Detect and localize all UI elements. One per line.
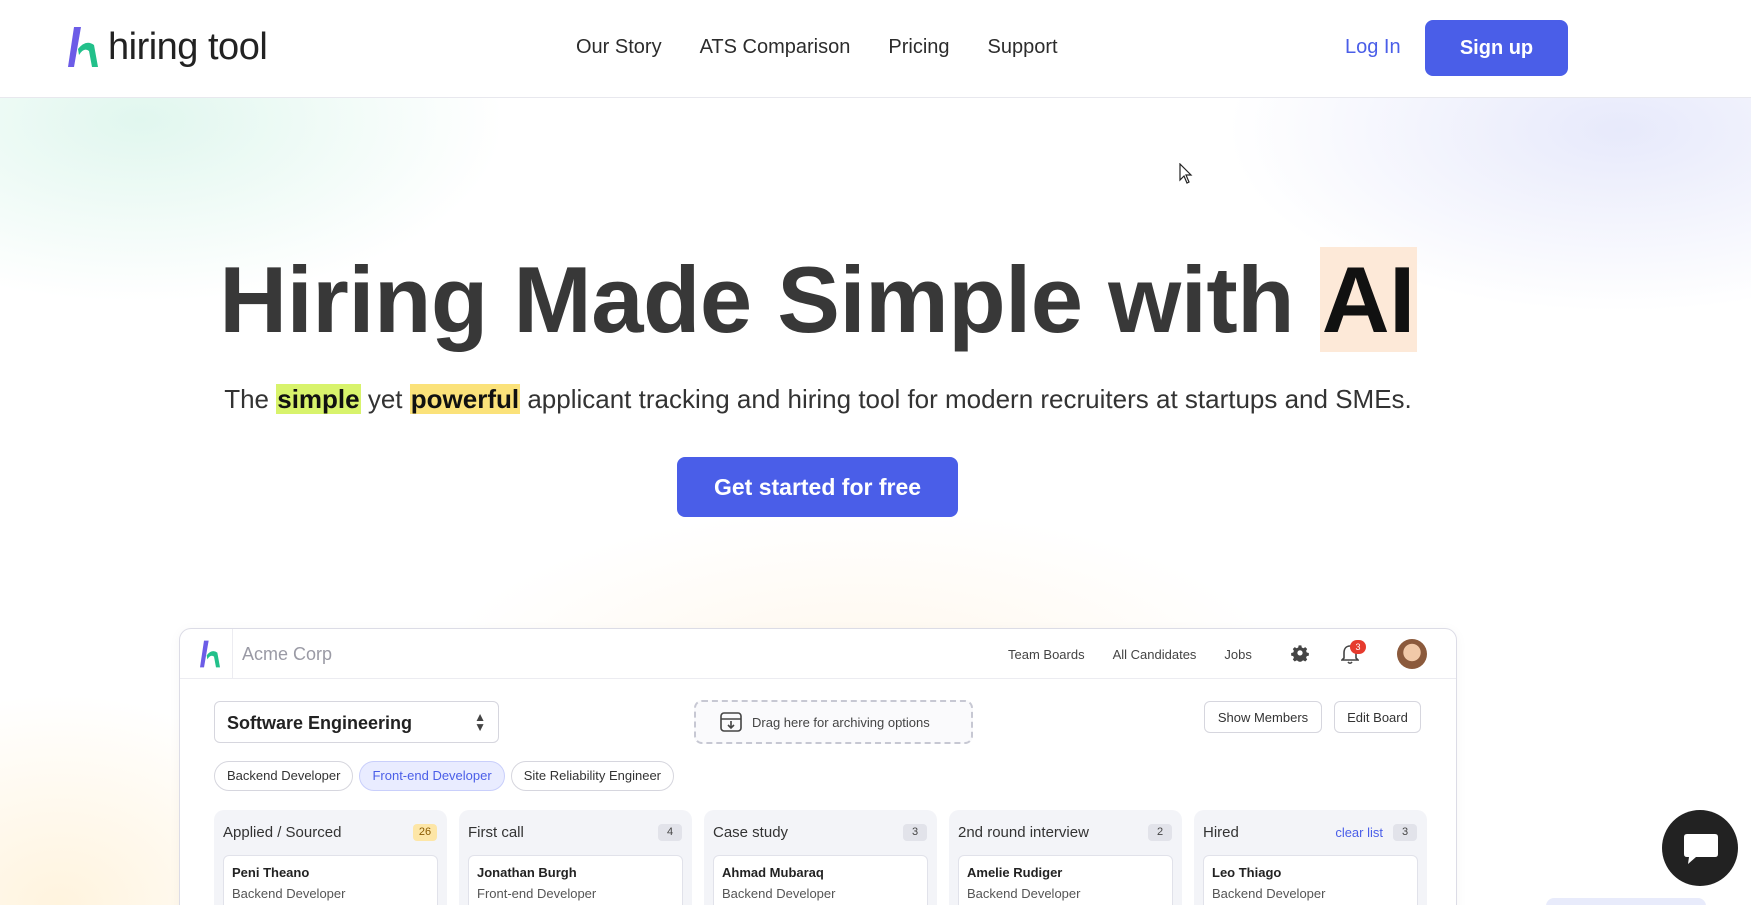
edit-board-button[interactable]: Edit Board xyxy=(1334,701,1421,733)
column-applied: Applied / Sourced 26 Peni Theano Backend… xyxy=(214,810,447,905)
subtitle-highlight-powerful: powerful xyxy=(409,384,521,414)
app-nav-jobs[interactable]: Jobs xyxy=(1224,647,1251,662)
candidate-name: Ahmad Mubaraq xyxy=(722,865,824,880)
job-tags: Backend Developer Front-end Developer Si… xyxy=(214,761,680,791)
archive-drop-zone[interactable]: Drag here for archiving options xyxy=(694,700,973,744)
chevron-updown-icon: ▲ ▼ xyxy=(474,710,486,734)
app-nav: Team Boards All Candidates Jobs xyxy=(1008,647,1280,662)
column-count: 26 xyxy=(413,824,437,841)
logo[interactable]: hiring tool xyxy=(68,22,268,72)
show-members-button[interactable]: Show Members xyxy=(1204,701,1322,733)
signup-button[interactable]: Sign up xyxy=(1425,20,1568,76)
chat-bubble-icon xyxy=(1684,834,1718,864)
candidate-name: Amelie Rudiger xyxy=(967,865,1063,880)
column-title: First call xyxy=(468,824,524,841)
candidate-name: Peni Theano xyxy=(232,865,310,880)
clear-list-link[interactable]: clear list xyxy=(1335,825,1383,840)
candidate-role: Front-end Developer xyxy=(477,886,597,901)
gear-icon[interactable] xyxy=(1291,645,1309,663)
chat-button[interactable] xyxy=(1662,810,1738,886)
app-divider xyxy=(232,629,233,679)
nav-support[interactable]: Support xyxy=(988,36,1058,59)
hero-title-text: Hiring Made Simple with xyxy=(219,247,1320,352)
candidate-card[interactable]: Peni Theano Backend Developer xyxy=(223,855,438,905)
candidate-name: Leo Thiago xyxy=(1212,865,1282,880)
avatar[interactable] xyxy=(1397,639,1427,669)
candidate-role: Backend Developer xyxy=(722,886,836,901)
login-link[interactable]: Log In xyxy=(1345,36,1401,59)
notification-badge: 3 xyxy=(1350,640,1366,654)
subtitle-post: applicant tracking and hiring tool for m… xyxy=(520,384,1412,414)
column-hired: Hired clear list 3 Leo Thiago Backend De… xyxy=(1194,810,1427,905)
pipeline-columns: Applied / Sourced 26 Peni Theano Backend… xyxy=(214,810,1439,905)
mouse-cursor-icon xyxy=(1179,163,1193,184)
column-count: 4 xyxy=(658,824,682,841)
candidate-role: Backend Developer xyxy=(967,886,1081,901)
tag-site-reliability-engineer[interactable]: Site Reliability Engineer xyxy=(510,761,674,791)
candidate-card[interactable]: Amelie Rudiger Backend Developer xyxy=(958,855,1173,905)
candidate-card[interactable]: Leo Thiago Backend Developer xyxy=(1203,855,1418,905)
column-case-study: Case study 3 Ahmad Mubaraq Backend Devel… xyxy=(704,810,937,905)
subtitle-highlight-simple: simple xyxy=(276,384,361,414)
board-select[interactable]: Software Engineering ▲ ▼ xyxy=(214,701,499,743)
hero-subtitle: The simple yet powerful applicant tracki… xyxy=(0,384,1636,415)
subtitle-mid: yet xyxy=(360,384,410,414)
nav-ats-comparison[interactable]: ATS Comparison xyxy=(700,36,851,59)
app-topbar: Acme Corp Team Boards All Candidates Job… xyxy=(180,629,1456,679)
main-nav: Our Story ATS Comparison Pricing Support xyxy=(576,36,1096,59)
hero-title-highlight: AI xyxy=(1319,247,1417,352)
app-org-name: Acme Corp xyxy=(242,644,333,664)
logo-h-icon xyxy=(68,27,98,67)
archive-icon xyxy=(720,712,742,732)
tag-front-end-developer[interactable]: Front-end Developer xyxy=(359,761,505,791)
column-title: Case study xyxy=(713,824,789,841)
candidate-name: Jonathan Burgh xyxy=(477,865,577,880)
tag-backend-developer[interactable]: Backend Developer xyxy=(214,761,354,791)
candidate-card[interactable]: Ahmad Mubaraq Backend Developer xyxy=(713,855,928,905)
column-count: 3 xyxy=(903,824,927,841)
logo-text: hiring tool xyxy=(108,25,268,68)
site-header: hiring tool Our Story ATS Comparison Pri… xyxy=(0,0,1751,98)
column-title: Applied / Sourced xyxy=(223,824,342,841)
app-nav-team-boards[interactable]: Team Boards xyxy=(1008,647,1085,662)
column-first-call: First call 4 Jonathan Burgh Front-end De… xyxy=(459,810,692,905)
app-logo-icon xyxy=(200,640,220,668)
column-count: 3 xyxy=(1393,824,1417,841)
nav-our-story[interactable]: Our Story xyxy=(576,36,662,59)
app-preview: Acme Corp Team Boards All Candidates Job… xyxy=(179,628,1457,905)
column-count: 2 xyxy=(1148,824,1172,841)
candidate-role: Backend Developer xyxy=(232,886,346,901)
column-2nd-round-interview: 2nd round interview 2 Amelie Rudiger Bac… xyxy=(949,810,1182,905)
candidate-card[interactable]: Jonathan Burgh Front-end Developer xyxy=(468,855,683,905)
nav-pricing[interactable]: Pricing xyxy=(888,36,949,59)
board-select-value: Software Engineering xyxy=(227,713,413,733)
hero-title: Hiring Made Simple with AI xyxy=(0,245,1636,355)
popup-stub xyxy=(1546,898,1706,905)
column-title: 2nd round interview xyxy=(958,824,1089,841)
subtitle-pre: The xyxy=(224,384,277,414)
app-nav-all-candidates[interactable]: All Candidates xyxy=(1113,647,1197,662)
column-title: Hired xyxy=(1203,824,1239,841)
get-started-button[interactable]: Get started for free xyxy=(677,457,958,517)
drag-hint: Drag here for archiving options xyxy=(752,715,930,730)
candidate-role: Backend Developer xyxy=(1212,886,1326,901)
